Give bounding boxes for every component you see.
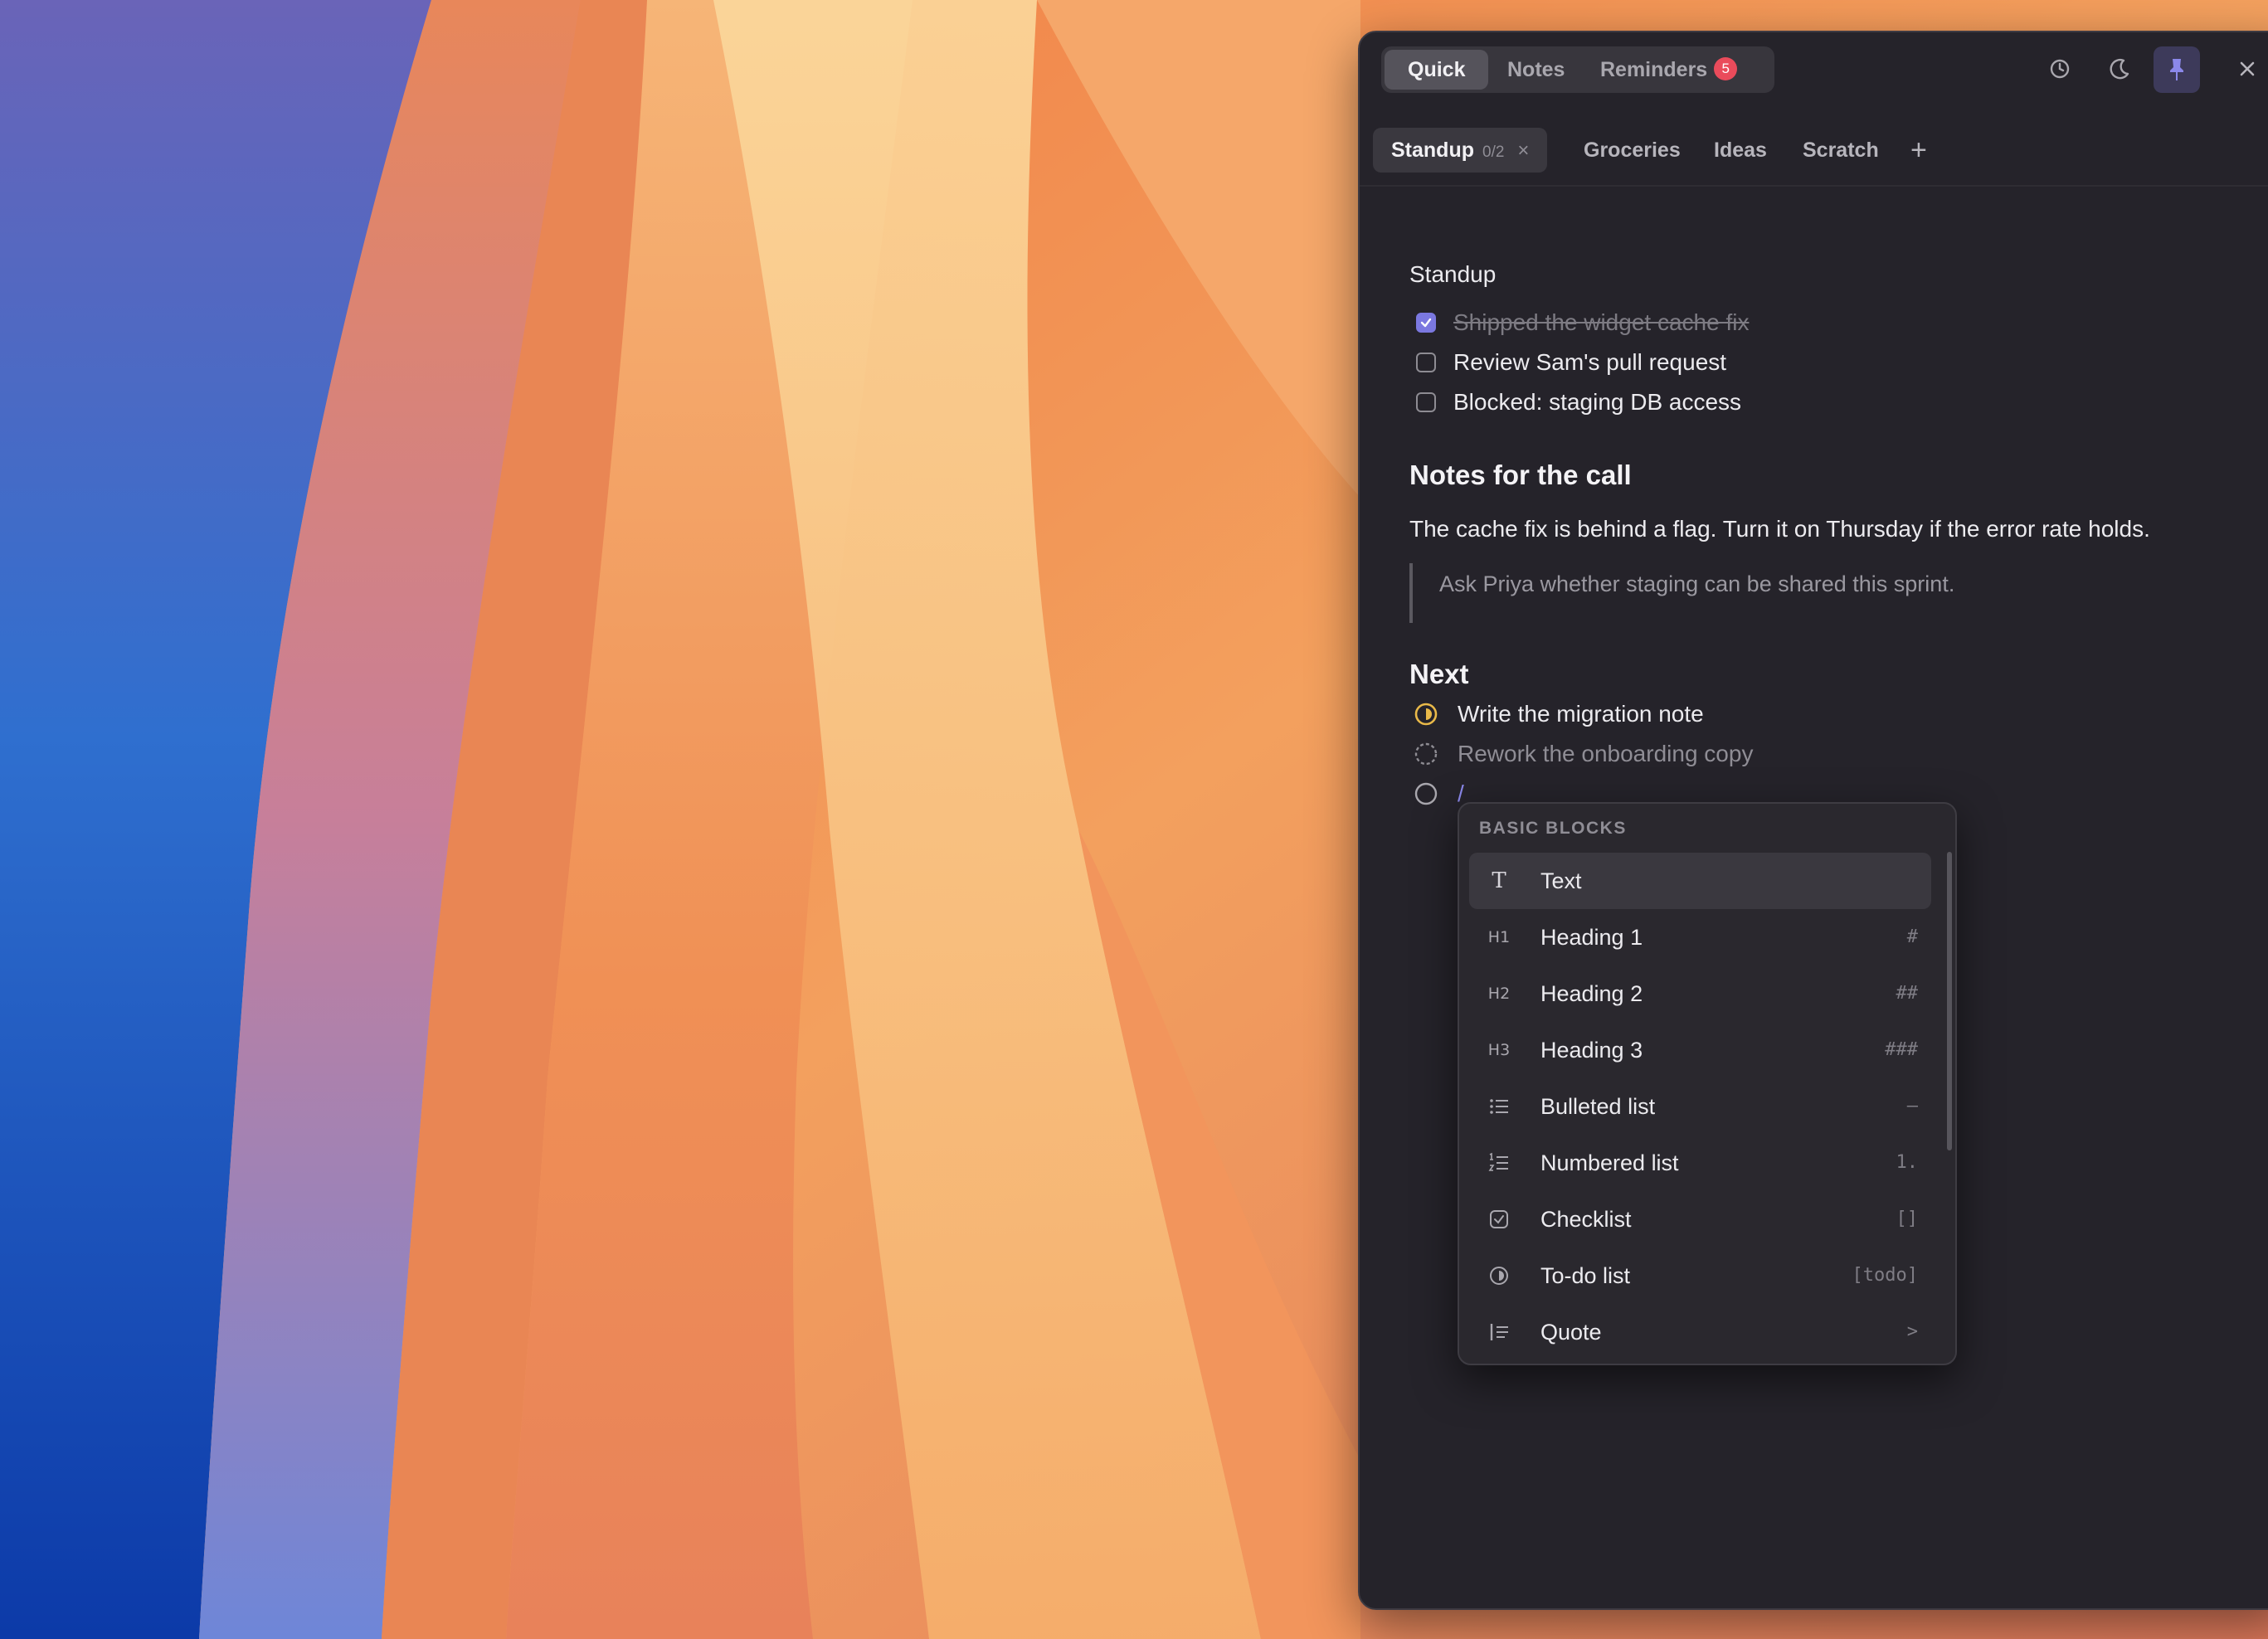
menu-item-shortcut: [todo] — [1852, 1265, 1918, 1286]
empty-status-icon[interactable] — [1413, 781, 1439, 807]
mode-segmented-control: Quick Notes Reminders 5 — [1381, 46, 1774, 93]
tab-ideas[interactable]: Ideas — [1714, 128, 1767, 173]
checklist-item-text: Blocked: staging DB access — [1453, 389, 1742, 415]
quote-icon — [1486, 1319, 1512, 1345]
menu-item-shortcut: # — [1906, 926, 1918, 947]
todo-item-text: Rework the onboarding copy — [1458, 741, 1754, 766]
text-type-icon: T — [1492, 868, 1506, 893]
pin-button[interactable] — [2154, 46, 2200, 93]
segment-quick[interactable]: Quick — [1385, 50, 1489, 90]
menu-item-bulleted-list[interactable]: Bulleted list – — [1469, 1078, 1931, 1135]
menu-item-label: Text — [1540, 868, 1582, 893]
reminders-count-badge: 5 — [1714, 57, 1738, 81]
menu-item-text[interactable]: T Text — [1469, 853, 1931, 909]
menu-item-shortcut: 1. — [1896, 1152, 1919, 1173]
menu-item-shortcut: – — [1906, 1096, 1918, 1116]
history-clock-icon[interactable] — [2043, 52, 2076, 85]
heading-1-icon: H1 — [1487, 928, 1511, 946]
slash-command-menu: BASIC BLOCKS T Text H1 Heading 1 # H2 He… — [1458, 802, 1957, 1365]
menu-item-shortcut: > — [1906, 1321, 1918, 1342]
numbered-list-icon — [1486, 1150, 1512, 1176]
checklist-item-text: Review Sam's pull request — [1453, 349, 1727, 375]
checkbox[interactable] — [1416, 353, 1436, 372]
menu-item-label: Heading 2 — [1540, 981, 1643, 1006]
tab-scratch[interactable]: Scratch — [1803, 128, 1879, 173]
todo-item-text: Write the migration note — [1458, 701, 1704, 727]
paragraph: The cache fix is behind a flag. Turn it … — [1409, 516, 2150, 542]
heading-2-icon: H2 — [1487, 985, 1511, 1003]
blockquote: Ask Priya whether staging can be shared … — [1409, 563, 1954, 623]
tab-groceries[interactable]: Groceries — [1584, 128, 1681, 173]
tab-progress-count: 0/2 — [1482, 143, 1505, 161]
menu-item-label: Quote — [1540, 1320, 1602, 1345]
menu-item-shortcut: ### — [1885, 1039, 1918, 1060]
menu-item-label: Bulleted list — [1540, 1094, 1656, 1119]
tab-standup[interactable]: Standup 0/2 × — [1373, 128, 1548, 173]
segment-notes[interactable]: Notes — [1484, 50, 1588, 90]
menu-item-todo-list[interactable]: To-do list [todo] — [1469, 1247, 1931, 1304]
menu-item-heading-3[interactable]: H3 Heading 3 ### — [1469, 1022, 1931, 1078]
add-tab-button[interactable]: + — [1910, 128, 1927, 173]
menu-item-shortcut: ## — [1896, 983, 1919, 1004]
checkbox-checked[interactable] — [1416, 313, 1436, 333]
pin-icon — [2170, 59, 2183, 80]
menu-item-heading-2[interactable]: H2 Heading 2 ## — [1469, 965, 1931, 1022]
bullet-list-icon — [1486, 1093, 1512, 1120]
section-heading: Notes for the call — [1409, 460, 1632, 490]
menu-item-quote[interactable]: Quote > — [1469, 1304, 1931, 1360]
close-tab-icon[interactable]: × — [1517, 129, 1529, 173]
dark-mode-moon-icon[interactable] — [2103, 52, 2136, 85]
note-tabs-bar: Standup 0/2 × Groceries Ideas Scratch + — [1360, 119, 2268, 187]
menu-item-label: To-do list — [1540, 1263, 1631, 1288]
menu-item-label: Checklist — [1540, 1207, 1632, 1232]
todo-status-icon — [1486, 1262, 1512, 1289]
menu-item-numbered-list[interactable]: Numbered list 1. — [1469, 1135, 1931, 1191]
pending-status-icon[interactable] — [1413, 741, 1439, 767]
section-heading: Next — [1409, 659, 1469, 689]
menu-item-checklist[interactable]: Checklist [] — [1469, 1191, 1931, 1247]
in-progress-status-icon[interactable] — [1413, 701, 1439, 727]
close-panel-icon[interactable] — [2231, 52, 2264, 85]
menu-section-header: BASIC BLOCKS — [1479, 819, 1627, 838]
checkbox[interactable] — [1416, 392, 1436, 412]
menu-item-label: Heading 1 — [1540, 925, 1643, 950]
menu-item-heading-1[interactable]: H1 Heading 1 # — [1469, 909, 1931, 965]
menu-scrollbar[interactable] — [1947, 852, 1952, 1150]
menu-item-label: Heading 3 — [1540, 1038, 1643, 1063]
note-title: Standup — [1409, 261, 1497, 287]
checklist-item-text: Shipped the widget cache fix — [1453, 309, 1750, 335]
segment-reminders[interactable]: Reminders 5 — [1577, 50, 1760, 90]
menu-item-shortcut: [] — [1896, 1209, 1919, 1229]
checklist-icon — [1486, 1206, 1512, 1233]
heading-3-icon: H3 — [1487, 1041, 1511, 1059]
panel-toolbar: Quick Notes Reminders 5 — [1360, 32, 2268, 105]
menu-item-label: Numbered list — [1540, 1150, 1679, 1175]
